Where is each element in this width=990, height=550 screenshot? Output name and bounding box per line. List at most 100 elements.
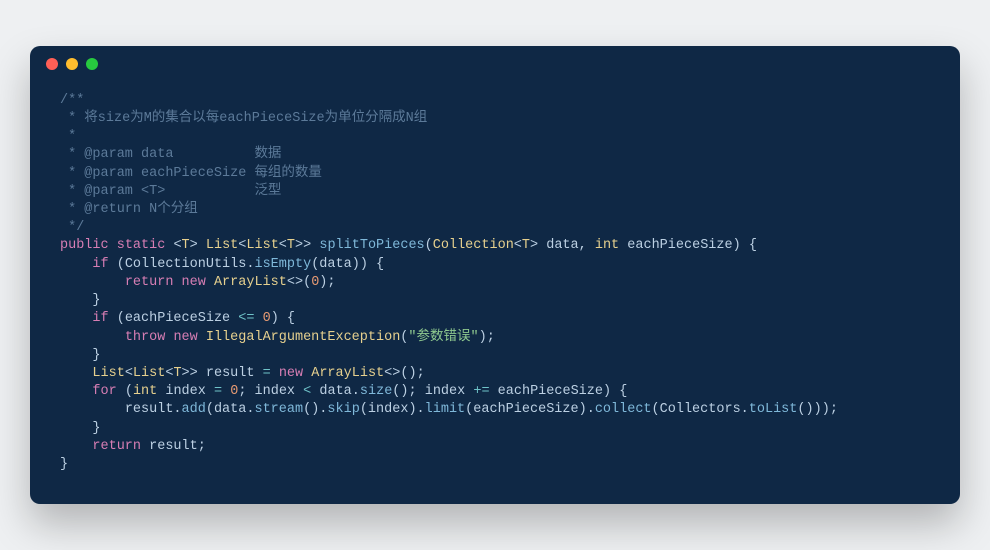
indent [60,275,125,290]
type: Collection [433,238,514,253]
p: ) [822,402,830,417]
sp [271,366,279,381]
method: skip [327,402,359,417]
p: ) [408,402,416,417]
p: ; [198,439,206,454]
kw-new: new [279,366,303,381]
p: ; [417,366,425,381]
sp [611,384,619,399]
indent [60,402,125,417]
type: List [246,238,278,253]
p: . [352,384,360,399]
p: ( [652,402,660,417]
sp [279,311,287,326]
type: ArrayList [214,275,287,290]
type: T [522,238,530,253]
indent [60,421,92,436]
javadoc-desc: 数据 [254,147,281,162]
javadoc-return: * @return [60,202,149,217]
p: ( [360,402,368,417]
indent [60,384,92,399]
sp [295,384,303,399]
p: ( [303,275,311,290]
p: ) [806,402,814,417]
sp [198,330,206,345]
type: T [287,238,295,253]
var: index [165,384,206,399]
var: CollectionUtils [125,257,247,272]
num: 0 [263,311,271,326]
indent [60,293,92,308]
sp [141,439,149,454]
p: ) [814,402,822,417]
maximize-icon[interactable] [86,58,98,70]
param: data [546,238,578,253]
indent [60,311,92,326]
p: ; [409,384,417,399]
op: = [263,366,271,381]
sp [173,275,181,290]
sp [117,384,125,399]
method: toList [749,402,798,417]
javadoc-line: * 将size为M的集合以每eachPieceSize为单位分隔成N组 [60,111,427,126]
indent [60,366,92,381]
code-window: /** * 将size为M的集合以每eachPieceSize为单位分隔成N组 … [30,46,960,505]
p: > [530,238,538,253]
javadoc-desc: N个分组 [149,202,198,217]
p: ) [479,330,487,345]
javadoc-desc: 泛型 [254,184,281,199]
op: = [214,384,222,399]
var: index [425,384,466,399]
sp [741,238,749,253]
param: eachPieceSize [627,238,732,253]
method-name: splitToPieces [319,238,424,253]
kw-new: new [182,275,206,290]
sp [254,311,262,326]
sp [246,384,254,399]
javadoc-open: /** [60,93,84,108]
var: result [125,402,174,417]
javadoc-param: * @param <T> [60,184,254,199]
type: List [206,238,238,253]
p: ) [579,402,587,417]
type: List [133,366,165,381]
sp [198,238,206,253]
indent [60,439,92,454]
method: collect [595,402,652,417]
var: data [214,402,246,417]
kw-static: static [117,238,166,253]
var: data [319,257,351,272]
p: , [579,238,587,253]
p: > [190,238,198,253]
p: } [92,421,100,436]
javadoc-close: */ [60,220,84,235]
sp [206,275,214,290]
p: > [182,366,190,381]
p: . [587,402,595,417]
p: ( [117,311,125,326]
p: ( [303,402,311,417]
sp [368,257,376,272]
kw-new: new [173,330,197,345]
p: ) [271,311,279,326]
type: int [133,384,157,399]
p: ) [603,384,611,399]
minimize-icon[interactable] [66,58,78,70]
sp [109,238,117,253]
p: ) [360,257,368,272]
string: "参数错误" [408,330,478,345]
kw-return: return [125,275,174,290]
var: result [149,439,198,454]
sp [198,366,206,381]
window-titlebar [30,46,960,82]
sp [109,257,117,272]
var: index [255,384,296,399]
p: > [295,238,303,253]
p: { [749,238,757,253]
javadoc-param: * @param eachPieceSize [60,166,254,181]
method: stream [254,402,303,417]
sp [587,238,595,253]
p: ) [408,366,416,381]
close-icon[interactable] [46,58,58,70]
method: limit [425,402,466,417]
